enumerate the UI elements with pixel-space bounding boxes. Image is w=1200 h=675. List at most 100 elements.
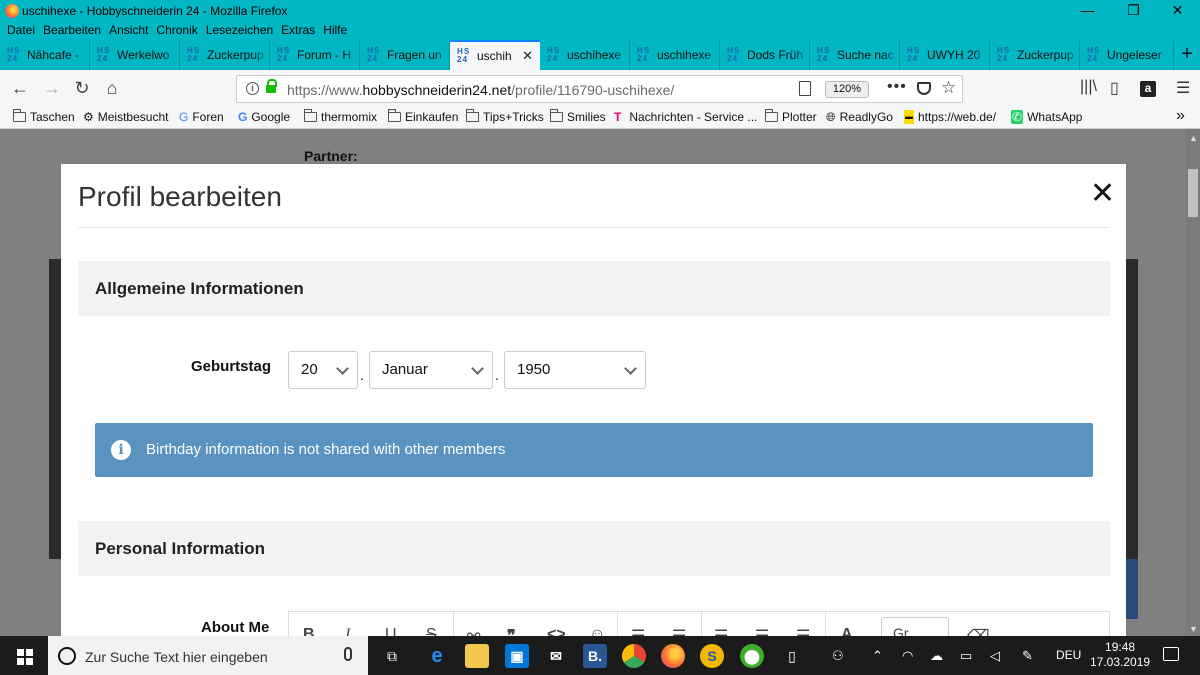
menu-chronik[interactable]: Chronik bbox=[152, 22, 201, 40]
library-icon[interactable]: |||\ bbox=[1080, 78, 1097, 96]
tab[interactable]: H S2 4 Fragen un bbox=[360, 40, 450, 70]
bookmark-taschen[interactable]: Taschen bbox=[13, 109, 75, 124]
tab[interactable]: H S2 4 Zuckerpup bbox=[990, 40, 1080, 70]
wifi-icon[interactable]: ◠ bbox=[902, 648, 913, 664]
tab[interactable]: H S2 4 Werkelwo bbox=[90, 40, 180, 70]
file-explorer-icon[interactable] bbox=[465, 644, 489, 668]
forward-arrow-icon[interactable]: → bbox=[40, 77, 64, 101]
reload-icon[interactable]: ↻ bbox=[70, 77, 94, 101]
phone-icon[interactable]: ▯ bbox=[780, 644, 804, 668]
align-left-icon[interactable]: ☰ bbox=[714, 626, 728, 636]
bookmark-foren[interactable]: G Foren bbox=[179, 110, 224, 124]
tray-chevron-icon[interactable]: ⌃ bbox=[872, 648, 883, 664]
bookmark-webde[interactable]: ▬ https://web.de/ bbox=[904, 110, 996, 124]
italic-icon[interactable]: I bbox=[345, 626, 350, 636]
bookmark-meistbesucht[interactable]: ⚙ Meistbesucht bbox=[83, 110, 168, 124]
bookmarks-overflow-icon[interactable]: » bbox=[1176, 107, 1185, 125]
app-b-icon[interactable]: B. bbox=[583, 644, 607, 668]
url-text[interactable]: https://www.hobbyschneiderin24.net/profi… bbox=[287, 82, 674, 98]
taskbar-search[interactable]: Zur Suche Text hier eingeben bbox=[48, 636, 368, 675]
bookmark-tips-tricks[interactable]: Tips+Tricks bbox=[466, 109, 544, 124]
app-s-icon[interactable]: S bbox=[700, 644, 724, 668]
quote-icon[interactable]: ❞ bbox=[507, 626, 516, 636]
language-indicator[interactable]: DEU bbox=[1056, 648, 1081, 662]
tab[interactable]: H S2 4 Suche nac bbox=[810, 40, 900, 70]
strikethrough-icon[interactable]: S bbox=[426, 626, 437, 636]
align-right-icon[interactable]: ☰ bbox=[796, 626, 810, 636]
tab[interactable]: H S2 4 Forum - H bbox=[270, 40, 360, 70]
hamburger-menu-icon[interactable]: ☰ bbox=[1176, 78, 1190, 98]
numbered-list-icon[interactable]: ☰ bbox=[672, 626, 686, 636]
page-actions-icon[interactable]: ••• bbox=[887, 78, 907, 96]
tab[interactable]: H S2 4 Dods Früh bbox=[720, 40, 810, 70]
restore-button[interactable]: ❐ bbox=[1111, 0, 1156, 22]
bookmark-plotter[interactable]: Plotter bbox=[765, 109, 817, 124]
bookmark-google[interactable]: G Google bbox=[238, 110, 290, 124]
scroll-down-icon[interactable]: ▼ bbox=[1189, 624, 1198, 634]
new-tab-button[interactable]: + bbox=[1174, 40, 1200, 70]
tab[interactable]: H S2 4 Nähcafe - bbox=[0, 40, 90, 70]
bookmark-readlygo[interactable]: 🌐︎ ReadlyGo bbox=[826, 110, 893, 124]
edge-icon[interactable]: e bbox=[425, 644, 449, 668]
scroll-up-icon[interactable]: ▲ bbox=[1189, 133, 1198, 143]
tab[interactable]: H S2 4 UWYH 20 bbox=[900, 40, 990, 70]
menu-hilfe[interactable]: Hilfe bbox=[319, 22, 351, 40]
tab[interactable]: H S2 4 uschihexe bbox=[540, 40, 630, 70]
chrome-icon[interactable] bbox=[622, 644, 646, 668]
menu-extras[interactable]: Extras bbox=[277, 22, 319, 40]
link-icon[interactable]: ⚯ bbox=[467, 626, 480, 636]
text-color-icon[interactable]: A bbox=[841, 626, 853, 636]
zoom-level-button[interactable]: 120% bbox=[825, 81, 869, 98]
bold-icon[interactable]: B bbox=[303, 626, 315, 636]
birthday-day-select[interactable]: 20 bbox=[288, 351, 358, 389]
tab[interactable]: H S2 4 Ungeleser bbox=[1080, 40, 1174, 70]
code-icon[interactable]: <> bbox=[547, 626, 566, 636]
pen-icon[interactable]: ✎ bbox=[1022, 648, 1033, 664]
onedrive-icon[interactable]: ☁ bbox=[930, 648, 943, 664]
sidebar-icon[interactable]: ▯ bbox=[1110, 78, 1119, 98]
firefox-taskbar-icon[interactable] bbox=[661, 644, 685, 668]
bookmark-whatsapp[interactable]: ✆ WhatsApp bbox=[1011, 110, 1082, 124]
smiley-icon[interactable]: ☺ bbox=[589, 626, 605, 636]
menu-ansicht[interactable]: Ansicht bbox=[105, 22, 152, 40]
close-tab-icon[interactable]: ✕ bbox=[522, 48, 533, 64]
minimize-button[interactable]: — bbox=[1065, 0, 1110, 22]
store-icon[interactable]: ▣ bbox=[505, 644, 529, 668]
bookmark-thermomix[interactable]: thermomix bbox=[304, 109, 377, 124]
tab[interactable]: H S2 4 Zuckerpup bbox=[180, 40, 270, 70]
close-window-button[interactable]: ✕ bbox=[1155, 0, 1200, 22]
home-icon[interactable]: ⌂ bbox=[100, 77, 124, 101]
birthday-year-select[interactable]: 1950 bbox=[504, 351, 646, 389]
amazon-icon[interactable]: a bbox=[1140, 81, 1156, 97]
volume-icon[interactable]: ◁ bbox=[990, 648, 1000, 664]
windows-start-icon[interactable] bbox=[17, 649, 33, 665]
close-dialog-button[interactable]: ✕ bbox=[1090, 179, 1115, 209]
notifications-icon[interactable] bbox=[1163, 647, 1179, 661]
mail-icon[interactable]: ✉ bbox=[544, 644, 568, 668]
page-scrollbar[interactable]: ▲ ▼ bbox=[1186, 129, 1200, 636]
menu-bearbeiten[interactable]: Bearbeiten bbox=[39, 22, 105, 40]
task-view-icon[interactable]: ⧉ bbox=[380, 644, 404, 668]
tab[interactable]: H S2 4 uschihexe bbox=[630, 40, 720, 70]
battery-icon[interactable]: ▭ bbox=[960, 648, 972, 664]
back-arrow-icon[interactable]: ← bbox=[8, 77, 32, 101]
site-info-icon[interactable]: i bbox=[246, 82, 259, 95]
bookmark-einkaufen[interactable]: Einkaufen bbox=[388, 109, 458, 124]
birthday-month-select[interactable]: Januar bbox=[369, 351, 493, 389]
menu-datei[interactable]: Datei bbox=[3, 22, 39, 40]
app-green-icon[interactable]: ⬤ bbox=[740, 644, 764, 668]
pocket-icon[interactable] bbox=[917, 82, 931, 95]
align-center-icon[interactable]: ☰ bbox=[755, 626, 769, 636]
bookmark-star-icon[interactable]: ☆ bbox=[941, 78, 956, 98]
cortana-icon[interactable] bbox=[58, 647, 76, 665]
url-bar[interactable]: i https://www.hobbyschneiderin24.net/pro… bbox=[236, 75, 963, 103]
microphone-icon[interactable] bbox=[344, 647, 352, 661]
scrollbar-thumb[interactable] bbox=[1188, 169, 1198, 217]
bookmark-smilies[interactable]: Smilies bbox=[550, 109, 606, 124]
lock-icon[interactable] bbox=[266, 79, 277, 95]
bookmark-nachrichten[interactable]: T Nachrichten - Service ... bbox=[614, 110, 757, 124]
remove-format-icon[interactable]: ⌫ bbox=[967, 626, 990, 636]
reader-view-icon[interactable] bbox=[799, 81, 811, 96]
people-icon[interactable]: ⚇ bbox=[832, 648, 844, 664]
font-family-select[interactable]: Gr bbox=[881, 617, 949, 636]
